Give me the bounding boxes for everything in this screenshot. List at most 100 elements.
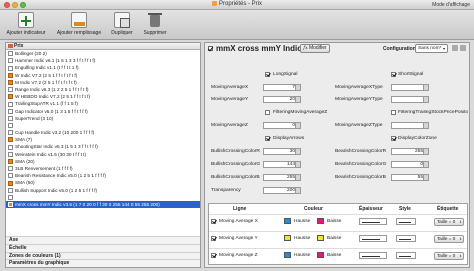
indicator-item[interactable]: Bollinger (20 2) bbox=[6, 50, 200, 57]
line-ma-y-style[interactable] bbox=[396, 235, 416, 242]
ma-z-type-select[interactable] bbox=[391, 122, 429, 129]
axis-section[interactable]: Axe bbox=[6, 236, 200, 244]
short-signal-checkbox[interactable] bbox=[391, 72, 396, 77]
indicator-item[interactable]: W Indic V7.2 (2 5 1 f f t f t f t f) bbox=[6, 72, 200, 79]
indicator-item[interactable]: Weinstein Indic v1.5 (30 30 t f f t t) bbox=[6, 151, 200, 158]
line-ma-x-down-color[interactable] bbox=[317, 218, 324, 224]
bull-g-input[interactable]: 144 bbox=[263, 161, 301, 168]
display-mode-button[interactable]: Mode d'affichage bbox=[432, 2, 470, 8]
indicator-visibility-checkbox[interactable] bbox=[8, 115, 13, 121]
indicator-item[interactable]: mmX cross mmY Indic v3.6 (1 7 0 20 0 f f… bbox=[6, 200, 200, 209]
indicator-visibility-checkbox[interactable] bbox=[8, 108, 13, 114]
indicator-visibility-checkbox[interactable] bbox=[8, 65, 13, 71]
indicator-visibility-checkbox[interactable] bbox=[8, 144, 13, 150]
indicator-item[interactable] bbox=[6, 122, 200, 129]
indicator-visibility-checkbox[interactable] bbox=[8, 51, 13, 57]
bull-r-input[interactable]: 30 bbox=[263, 148, 301, 155]
indicator-item[interactable]: SMA (7) bbox=[6, 136, 200, 143]
indicator-visibility-checkbox[interactable] bbox=[8, 94, 13, 100]
bear-b-input[interactable]: 55 bbox=[391, 174, 429, 181]
ma-y-input[interactable]: 20 bbox=[263, 96, 301, 103]
indicator-item[interactable]: Cup Handle Indic v3.2 (10 200 1 f f f f) bbox=[6, 129, 200, 136]
line-ma-y-up-color[interactable] bbox=[284, 235, 291, 241]
line-ma-y-label-checkbox[interactable] bbox=[211, 236, 216, 241]
indicator-visibility-checkbox[interactable] bbox=[8, 137, 13, 143]
bear-g-input[interactable]: 0 bbox=[391, 161, 429, 168]
line-ma-z-style[interactable] bbox=[396, 252, 416, 259]
indicator-visibility-checkbox[interactable] bbox=[8, 87, 13, 93]
save-config-icon[interactable] bbox=[452, 45, 458, 51]
line-ma-z-label-checkbox[interactable] bbox=[211, 253, 216, 258]
indicator-visibility-checkbox[interactable] bbox=[8, 130, 13, 136]
line-ma-z-up-color[interactable] bbox=[284, 252, 291, 258]
indicator-visibility-checkbox[interactable] bbox=[8, 180, 13, 186]
indicator-item[interactable]: Bullish Support Indic v5.0 (1 2 5 1 f f … bbox=[6, 187, 200, 194]
indicator-visibility-checkbox[interactable] bbox=[8, 194, 13, 200]
add-fill-button[interactable]: Ajouter remplissage bbox=[54, 12, 104, 36]
modify-button[interactable]: fxModifier bbox=[300, 44, 330, 53]
line-ma-z-down-color[interactable] bbox=[317, 252, 324, 258]
price-tree-header[interactable]: Prix bbox=[6, 43, 200, 50]
indicator-visibility-checkbox[interactable] bbox=[8, 58, 13, 64]
line-ma-x-label-checkbox[interactable] bbox=[211, 219, 216, 224]
line-ma-x-thickness[interactable] bbox=[359, 218, 387, 225]
indicator-visibility-checkbox[interactable] bbox=[8, 187, 13, 193]
indicator-visibility-checkbox[interactable] bbox=[8, 173, 13, 179]
indicator-visibility-checkbox[interactable] bbox=[8, 123, 13, 129]
close-window-button[interactable] bbox=[4, 2, 10, 8]
delete-config-icon[interactable] bbox=[460, 45, 466, 51]
chart-settings-section[interactable]: Paramètres du graphique bbox=[6, 259, 200, 268]
color-zones-section[interactable]: Zones de couleurs (1) bbox=[6, 251, 200, 260]
indicator-item[interactable]: Gap Indicator v5.0 (1 3 1 5 f f t f f f) bbox=[6, 108, 200, 115]
add-indicator-button[interactable]: Ajouter indicateur bbox=[4, 12, 48, 36]
indicator-item[interactable]: ShootingStar Indic v6.3 (1 5 1 3 f f t f… bbox=[6, 143, 200, 150]
ma-z-input[interactable]: 0 bbox=[263, 122, 301, 129]
indicator-item[interactable]: SMA (50) bbox=[6, 179, 200, 186]
bull-b-input[interactable]: 255 bbox=[263, 174, 301, 181]
indicator-item[interactable]: SMA (20) bbox=[6, 158, 200, 165]
line-ma-z-label-size[interactable]: Taille = 0 ⇕ bbox=[434, 252, 464, 260]
line-ma-y-down-color[interactable] bbox=[317, 235, 324, 241]
line-ma-x-label-size[interactable]: Taille = 0 ⇕ bbox=[434, 218, 464, 226]
minimize-window-button[interactable] bbox=[12, 2, 18, 8]
delete-button[interactable]: Supprimer bbox=[140, 12, 170, 36]
indicator-visibility-checkbox[interactable] bbox=[8, 202, 13, 208]
line-ma-y-thickness[interactable] bbox=[359, 235, 387, 242]
filter-trailing-checkbox[interactable] bbox=[391, 110, 396, 115]
indicator-item[interactable]: TrailingStopATR v1.1 (f f 1 5 f) bbox=[6, 100, 200, 107]
maximize-window-button[interactable] bbox=[20, 2, 26, 8]
ma-x-input[interactable]: 7 bbox=[263, 84, 301, 91]
indicator-label: ShootingStar Indic v6.3 (1 5 1 3 f f t f… bbox=[15, 144, 98, 150]
indicator-visibility-checkbox[interactable] bbox=[8, 151, 13, 157]
duplicate-button[interactable]: Dupliquer bbox=[108, 12, 136, 36]
indicator-visibility-checkbox[interactable] bbox=[8, 72, 13, 78]
filter-ma-z-checkbox[interactable] bbox=[265, 110, 270, 115]
scale-section[interactable]: Échelle bbox=[6, 243, 200, 252]
ma-y-type-select[interactable] bbox=[391, 96, 429, 103]
transparency-input[interactable]: 200 bbox=[263, 187, 301, 194]
indicator-visibility-checkbox[interactable] bbox=[8, 101, 13, 107]
indicator-enabled-checkbox[interactable] bbox=[208, 46, 213, 51]
ma-x-type-select[interactable] bbox=[391, 84, 429, 91]
line-ma-x-style[interactable] bbox=[396, 218, 416, 225]
display-arrows-checkbox[interactable] bbox=[265, 136, 270, 141]
indicator-item[interactable]: Engulfing Indic v1.1 (t f f t t 1 f) bbox=[6, 64, 200, 71]
indicator-item[interactable] bbox=[6, 194, 200, 201]
indicator-item[interactable]: SuperTrend (3 10) bbox=[6, 115, 200, 122]
display-color-zone-checkbox[interactable] bbox=[391, 136, 396, 141]
indicator-visibility-checkbox[interactable] bbox=[8, 159, 13, 164]
indicator-item[interactable]: Bearish Resistance Indic v5.0 (1 2 5 1 f… bbox=[6, 172, 200, 179]
indicator-item[interactable]: M Indic V7.2 (2 5 1 f f t f t f t f) bbox=[6, 79, 200, 86]
line-ma-z-thickness[interactable] bbox=[359, 252, 387, 259]
indicator-visibility-checkbox[interactable] bbox=[8, 166, 13, 172]
indicator-item[interactable]: Hammer Indic v6.1 (1 5 1 3 3 f f t f f t… bbox=[6, 57, 200, 64]
long-signal-checkbox[interactable] bbox=[265, 72, 270, 77]
indicator-item[interactable]: Range Indic v6.3 (1 2 2 5 1 f f t f t f) bbox=[6, 86, 200, 93]
indicator-item[interactable]: 3LB Renversement (1 f f f f) bbox=[6, 165, 200, 172]
configuration-select[interactable]: Sans nom* ▾ bbox=[415, 44, 448, 53]
indicator-item[interactable]: W HEBDO Indic V7.2 (2 5 1 f f t f t f) bbox=[6, 93, 200, 100]
bear-r-input[interactable]: 255 bbox=[391, 148, 429, 155]
line-ma-x-up-color[interactable] bbox=[284, 218, 291, 224]
indicator-visibility-checkbox[interactable] bbox=[8, 79, 13, 85]
line-ma-y-label-size[interactable]: Taille = 0 ⇕ bbox=[434, 235, 464, 243]
